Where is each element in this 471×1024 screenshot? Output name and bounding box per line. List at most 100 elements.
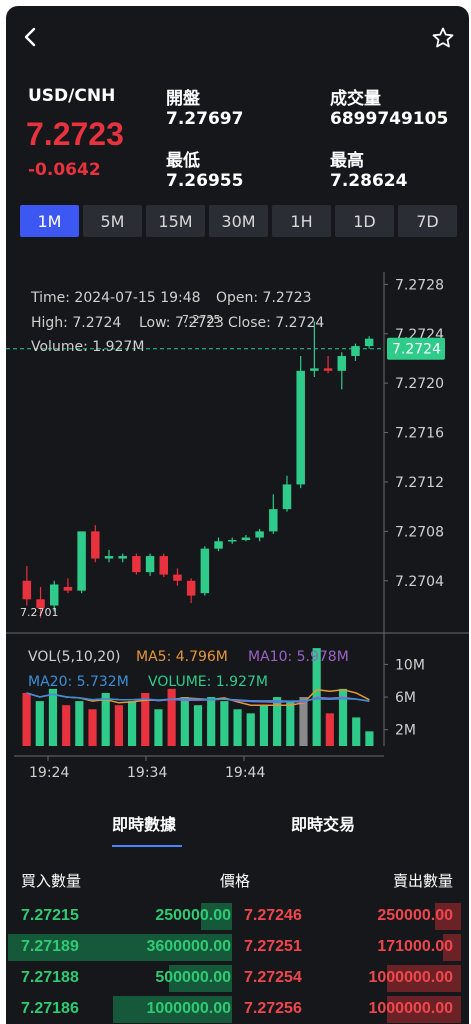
ask-quantity: 250000.00 <box>377 907 453 924</box>
bid-qty-header: 買入數量 <box>21 872 82 890</box>
open-label: 開盤 <box>166 89 200 109</box>
volume-bar <box>273 697 282 746</box>
volume-bar <box>246 713 255 746</box>
volume-bar <box>220 701 229 746</box>
order-book-header: 買入數量 價格 賣出數量 <box>6 864 469 892</box>
candle-body <box>200 548 210 594</box>
candle-body <box>186 580 196 596</box>
candle-body <box>323 368 333 371</box>
volume-bar <box>207 697 216 746</box>
volume-bar <box>352 717 361 746</box>
tab-5m[interactable]: 5M <box>83 205 142 237</box>
x-tick-label: 19:34 <box>127 765 167 781</box>
volume-bar <box>180 697 189 746</box>
tab-30m[interactable]: 30M <box>209 205 268 237</box>
y-tick-label: 7.2720 <box>395 376 444 392</box>
candle-body <box>49 584 59 606</box>
tooltip-close: Close: 7.2724 <box>228 315 324 331</box>
last-price: 7.2723 <box>26 116 124 152</box>
volume-legend-title: VOL(5,10,20) <box>28 649 121 665</box>
tab-1h[interactable]: 1H <box>272 205 331 237</box>
candle-body <box>337 355 347 371</box>
candle-body <box>104 556 114 559</box>
quote-header: USD/CNH 7.2723 -0.0642 開盤 7.27697 成交量 68… <box>6 76 469 196</box>
bid-price: 7.27188 <box>21 969 79 986</box>
bid-quantity: 1000000.00 <box>146 1000 231 1017</box>
favorite-button[interactable] <box>431 26 455 50</box>
ask-price: 7.27256 <box>244 1000 302 1017</box>
star-icon <box>432 27 454 48</box>
tooltip-open: Open: 7.2723 <box>216 290 312 306</box>
bid-quantity: 3600000.00 <box>146 938 231 955</box>
y-tick-label: 7.2704 <box>395 574 444 590</box>
price-chart[interactable]: 7.2728 7.2724 7.2720 7.2716 7.2712 7.2708 7.27… <box>6 264 469 784</box>
ask-price: 7.27254 <box>244 969 302 986</box>
active-tab-indicator <box>112 845 182 847</box>
volume-bar <box>193 705 203 746</box>
x-tick-label: 19:24 <box>29 765 69 781</box>
candle-body <box>91 531 100 559</box>
candle-body <box>255 531 264 538</box>
candle-body <box>282 484 292 510</box>
tab-7d[interactable]: 7D <box>398 205 457 237</box>
ask-quantity: 1000000.00 <box>368 969 453 986</box>
y-tick-label: 7.2728 <box>395 277 444 293</box>
tab-realtime-trade[interactable]: 即時交易 <box>291 811 355 835</box>
low-value: 7.26955 <box>166 171 244 191</box>
order-book-row[interactable]: 7.27188 500000.00 7.27254 1000000.00 <box>6 962 469 993</box>
currency-pair: USD/CNH <box>28 86 116 106</box>
section-tabs: 即時數據 即時交易 <box>6 801 469 851</box>
candle-body <box>118 556 127 559</box>
ask-price: 7.27246 <box>244 907 302 924</box>
volume-bar <box>233 709 242 746</box>
vol-y-tick-label: 10M <box>395 657 425 673</box>
candle-body <box>77 531 86 591</box>
ma10-legend: MA10: 5.978M <box>248 649 349 665</box>
low-label: 最低 <box>166 151 200 171</box>
vol-y-tick-label: 6M <box>395 690 416 706</box>
volume-value-legend: VOLUME: 1.927M <box>148 674 268 690</box>
volume-bar <box>259 705 269 746</box>
y-tick-label: 7.2716 <box>395 426 444 442</box>
volume-bar <box>286 701 295 746</box>
volume-bar <box>299 697 308 746</box>
bid-quantity: 250000.00 <box>155 907 231 924</box>
volume-bar <box>325 713 334 746</box>
tab-1m[interactable]: 1M <box>20 205 79 237</box>
current-price-label: 7.2724 <box>392 342 441 358</box>
volume-bar <box>62 705 71 746</box>
candle-body <box>269 509 278 532</box>
candle-body <box>296 370 305 485</box>
order-book-row[interactable]: 7.27215 250000.00 7.27246 250000.00 <box>6 900 469 931</box>
ask-quantity: 1000000.00 <box>368 1000 453 1017</box>
tooltip-time: Time: 2024-07-15 19:48 <box>30 290 201 306</box>
bid-price: 7.27215 <box>21 907 79 924</box>
ask-qty-header: 賣出數量 <box>392 872 453 890</box>
tab-1d[interactable]: 1D <box>335 205 394 237</box>
candle-body <box>227 540 237 542</box>
order-book-row[interactable]: 7.27186 1000000.00 7.27256 1000000.00 <box>6 993 469 1024</box>
chevron-left-icon <box>24 27 36 47</box>
candle-body <box>351 346 360 356</box>
candle-body <box>173 574 182 581</box>
volume-bar <box>48 688 58 746</box>
y-tick-label: 7.2708 <box>395 524 444 540</box>
candle-body <box>63 586 73 591</box>
tooltip-low: Low: 7.2723 <box>139 315 224 331</box>
tab-15m[interactable]: 15M <box>146 205 205 237</box>
min-price-label: 7.2701 <box>20 606 59 619</box>
top-bar <box>6 6 469 66</box>
y-tick-label: 7.2712 <box>395 475 444 491</box>
tab-realtime-data[interactable]: 即時數據 <box>112 811 176 835</box>
interval-tabs: 1M 5M 15M 30M 1H 1D 7D <box>20 205 457 237</box>
volume-bar <box>88 709 97 746</box>
volume-bar <box>127 701 137 746</box>
high-label: 最高 <box>330 151 364 171</box>
ask-quantity: 171000.00 <box>377 938 453 955</box>
back-button[interactable] <box>20 26 42 48</box>
price-change: -0.0642 <box>28 160 101 180</box>
high-value: 7.28624 <box>330 171 408 191</box>
order-book-row[interactable]: 7.27189 3600000.00 7.27251 171000.00 <box>6 931 469 962</box>
chart-canvas[interactable]: 7.2728 7.2724 7.2720 7.2716 7.2712 7.2708 7.27… <box>6 264 469 784</box>
order-book: 7.27215 250000.00 7.27246 250000.00 7.27189 3… <box>6 900 469 1024</box>
